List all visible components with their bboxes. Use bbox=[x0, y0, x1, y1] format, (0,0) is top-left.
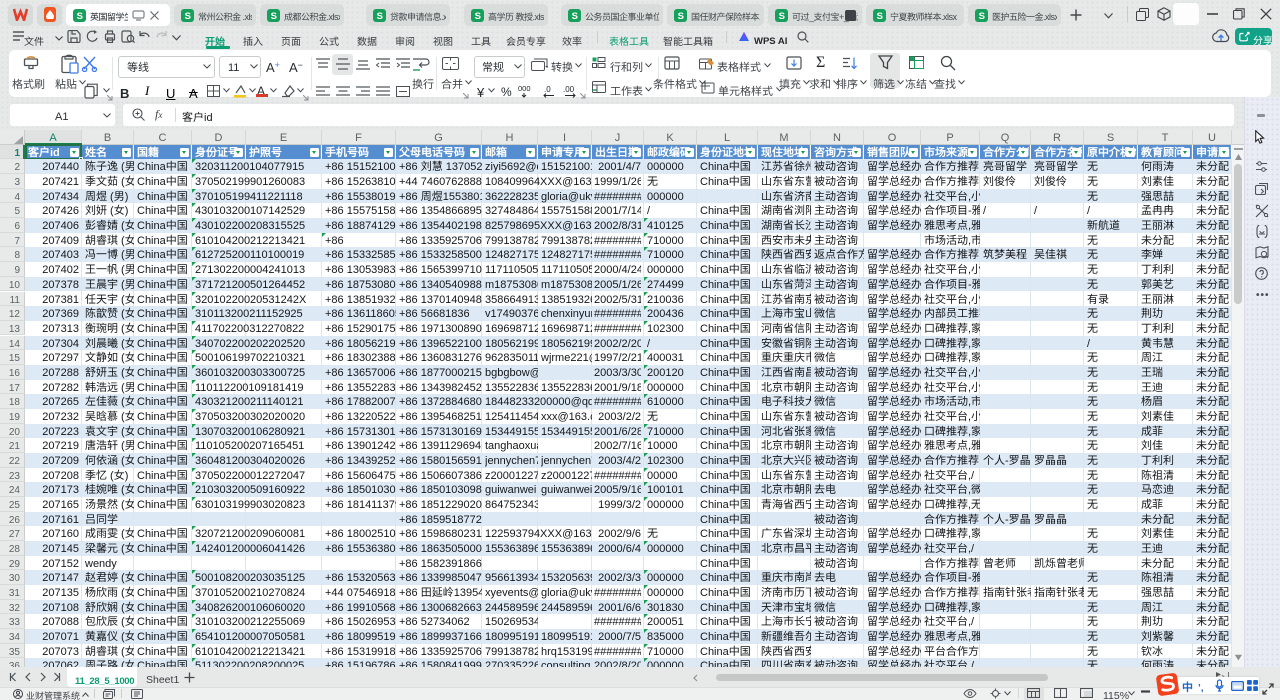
svg-text:.0: .0 bbox=[544, 85, 551, 94]
svg-text:.00: .00 bbox=[563, 85, 575, 94]
svg-text:000: 000 bbox=[518, 84, 531, 93]
